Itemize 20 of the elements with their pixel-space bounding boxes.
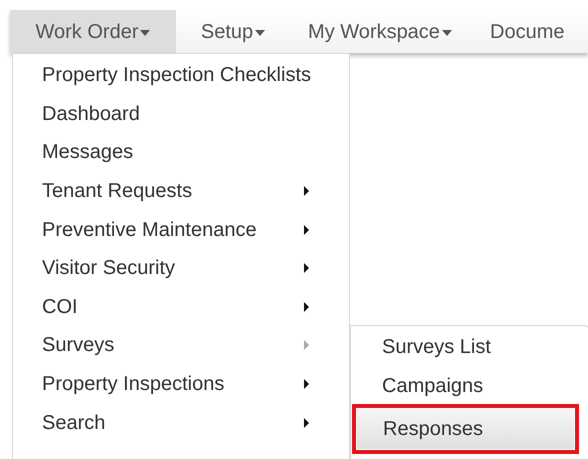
- menu-item[interactable]: Property Inspection Checklists: [13, 56, 349, 95]
- menu-item[interactable]: COI: [13, 288, 349, 326]
- menu-item[interactable]: Visitor Security: [13, 248, 349, 288]
- caret-icon: [140, 30, 150, 36]
- nav-tab[interactable]: Work Order: [10, 10, 176, 53]
- nav-tab[interactable]: My Workspace: [290, 10, 470, 53]
- menu-item[interactable]: Tenant Requests: [13, 172, 349, 210]
- menu-item[interactable]: Search: [13, 403, 349, 442]
- nav-tab[interactable]: Setup: [176, 10, 290, 53]
- caret-icon: [255, 30, 266, 36]
- submenu-item[interactable]: Surveys List: [351, 328, 588, 367]
- nav-tab[interactable]: Docume: [470, 10, 588, 53]
- menu-item[interactable]: Surveys: [13, 326, 349, 365]
- menu-item[interactable]: Preventive Maintenance: [13, 210, 349, 249]
- submenu-item[interactable]: Responses: [357, 409, 574, 450]
- submenu-item[interactable]: Campaigns: [351, 366, 588, 406]
- menu-item[interactable]: Dashboard: [13, 94, 349, 134]
- menu-item[interactable]: Messages: [13, 133, 349, 172]
- caret-icon: [442, 30, 452, 36]
- menu-item[interactable]: Property Inspections: [13, 364, 349, 404]
